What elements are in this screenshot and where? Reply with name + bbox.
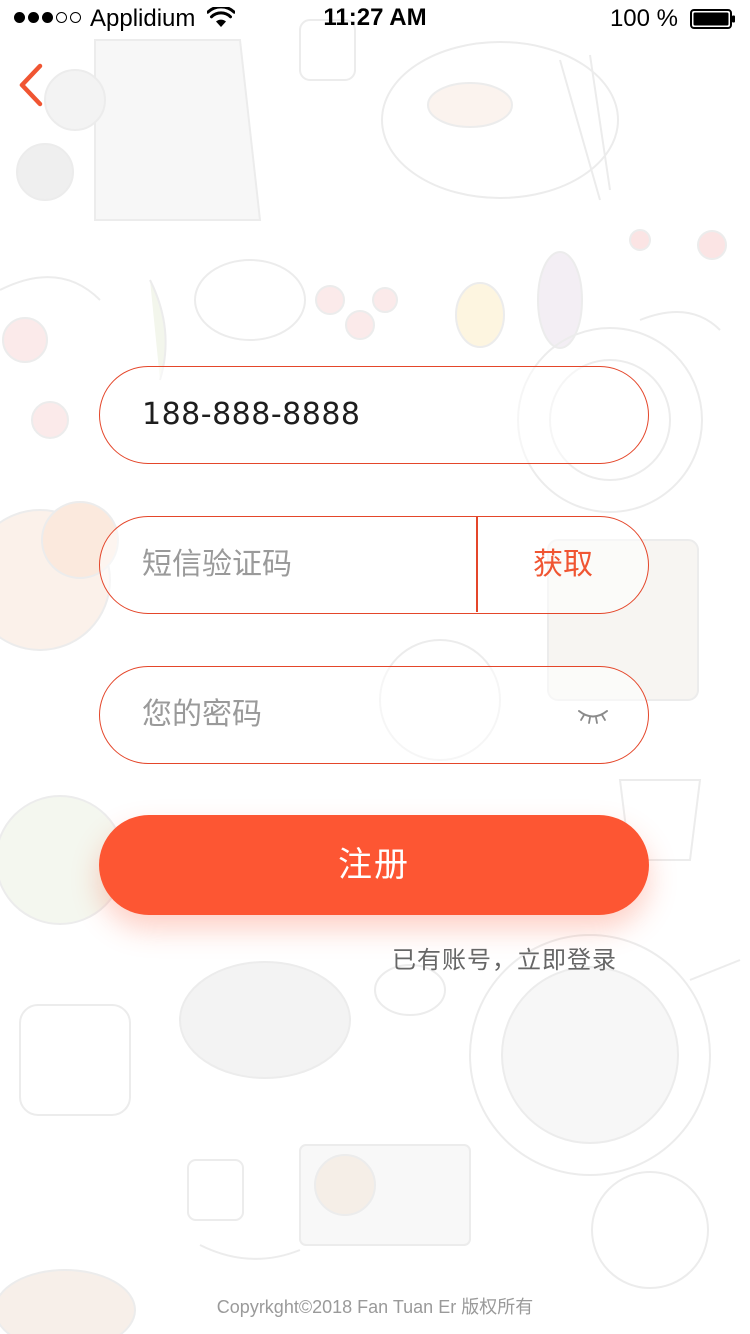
phone-field <box>99 366 649 464</box>
battery-percentage: 100 % <box>609 5 678 32</box>
back-button[interactable] <box>10 58 60 112</box>
password-input[interactable] <box>142 667 542 762</box>
sms-code-input[interactable] <box>142 517 462 612</box>
battery-icon <box>690 9 735 29</box>
copyright-text: Copyrkght©2018 Fan Tuan Er 版权所有 <box>216 1297 534 1317</box>
register-button[interactable]: 注册 <box>99 815 649 915</box>
chevron-left-icon <box>19 63 43 107</box>
sms-code-field: 获取 <box>99 516 649 614</box>
status-bar: Applidium 11:27 AM 100 % <box>0 0 750 40</box>
phone-input[interactable] <box>142 367 612 462</box>
password-field <box>99 666 649 764</box>
login-link[interactable]: 已有账号，立即登录 <box>392 940 617 975</box>
eye-closed-icon[interactable] <box>576 705 610 725</box>
get-code-button[interactable]: 获取 <box>478 517 648 612</box>
